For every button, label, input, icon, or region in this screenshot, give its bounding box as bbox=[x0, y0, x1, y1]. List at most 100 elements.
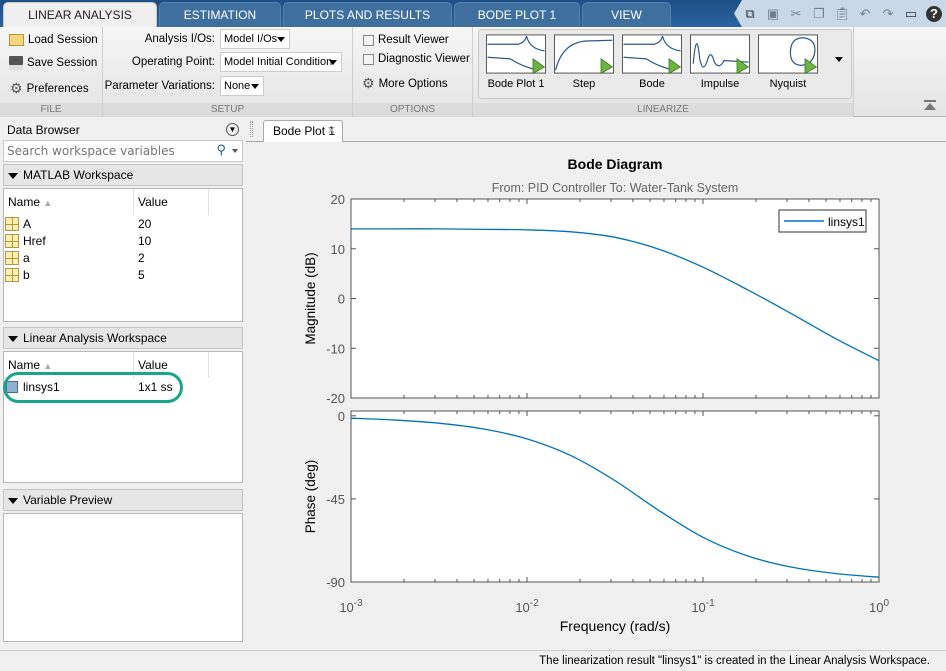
operating-point-dropdown[interactable]: Model Initial Condition bbox=[220, 52, 342, 72]
paste-icon[interactable]: 📋︎ bbox=[834, 6, 851, 22]
matrix-icon bbox=[5, 268, 19, 282]
floppy-icon bbox=[9, 56, 23, 70]
new-plot-icon[interactable]: ⧉ bbox=[742, 6, 758, 22]
y-tick-label: -90 bbox=[326, 575, 345, 590]
column-name-label: Name bbox=[8, 195, 41, 209]
column-header-name[interactable]: Name ▲ bbox=[4, 189, 134, 215]
data-browser-panel: Data Browser ▼ ⚲ MATLAB Workspace Name ▲ … bbox=[0, 118, 245, 643]
y-axis-label: Magnitude (dB) bbox=[303, 252, 318, 344]
bode-plot[interactable]: Bode Diagram From: PID Controller To: Wat… bbox=[246, 118, 946, 650]
linearize-section-label: LINEARIZE bbox=[473, 103, 853, 117]
plot-thumbnail-icon bbox=[758, 34, 818, 74]
gallery-item-label: Bode Plot 1 bbox=[487, 78, 545, 90]
table-row-A[interactable]: A 20 bbox=[4, 216, 242, 233]
copy-icon[interactable]: ❐ bbox=[811, 6, 827, 22]
y-tick-label: 20 bbox=[331, 192, 345, 207]
matlab-workspace-title: MATLAB Workspace bbox=[23, 168, 134, 182]
parameter-variations-value: None bbox=[224, 80, 251, 92]
table-row-Href[interactable]: Href 10 bbox=[4, 233, 242, 250]
y-axis-label: Phase (deg) bbox=[303, 460, 318, 534]
file-section-label: FILE bbox=[0, 103, 102, 117]
analysis-ios-dropdown[interactable]: Model I/Os bbox=[220, 29, 290, 49]
parameter-variations-dropdown[interactable]: None bbox=[220, 76, 264, 96]
preferences-label: Preferences bbox=[26, 82, 89, 95]
checkbox-icon bbox=[363, 34, 374, 46]
diagnostic-viewer-checkbox[interactable]: Diagnostic Viewer bbox=[363, 53, 470, 65]
more-options-button[interactable]: ⚙ More Options bbox=[362, 75, 448, 92]
linear-analysis-workspace-header[interactable]: Linear Analysis Workspace bbox=[3, 327, 243, 349]
gallery-expand-icon[interactable] bbox=[835, 57, 843, 62]
sort-ascending-icon: ▲ bbox=[43, 361, 53, 371]
variable-preview-header[interactable]: Variable Preview bbox=[3, 489, 243, 511]
chevron-down-icon bbox=[277, 37, 285, 42]
analysis-ios-label: Analysis I/Os: bbox=[144, 33, 215, 45]
load-session-label: Load Session bbox=[28, 34, 98, 46]
result-viewer-checkbox[interactable]: Result Viewer bbox=[363, 34, 449, 46]
gear-icon: ⚙ bbox=[362, 75, 375, 91]
search-options-icon[interactable] bbox=[232, 149, 238, 153]
folder-icon bbox=[9, 34, 24, 46]
tab-view[interactable]: VIEW bbox=[582, 2, 671, 27]
ribbon: Load Session Save Session ⚙ Preferences F… bbox=[0, 27, 946, 117]
plot-thumbnail-icon bbox=[622, 34, 682, 74]
save-icon[interactable]: ▣ bbox=[765, 6, 781, 22]
y-tick-label: 10 bbox=[331, 242, 345, 257]
y-tick-label: -45 bbox=[326, 492, 345, 507]
panel-menu-icon[interactable]: ▼ bbox=[226, 123, 239, 136]
setup-section-label: SETUP bbox=[103, 103, 352, 117]
linearize-bode-plot-1-button[interactable]: Bode Plot 1 bbox=[485, 34, 547, 90]
cut-icon[interactable]: ✂ bbox=[788, 6, 804, 22]
collapse-triangle-icon bbox=[8, 172, 18, 179]
x-axis-label: Frequency (rad/s) bbox=[560, 618, 670, 634]
x-tick-label: 10-1 bbox=[691, 598, 715, 615]
matlab-workspace-table: Name ▲ Value A 20 Href 10 a 2 b 5 bbox=[3, 188, 243, 322]
linearize-impulse-button[interactable]: Impulse bbox=[689, 34, 751, 90]
linearize-bode-button[interactable]: Bode bbox=[621, 34, 683, 90]
column-header-value[interactable]: Value bbox=[134, 189, 209, 215]
operating-point-label: Operating Point: bbox=[131, 56, 215, 68]
linearize-nyquist-button[interactable]: Nyquist bbox=[757, 34, 819, 90]
variable-value: 20 bbox=[138, 217, 152, 231]
tab-estimation[interactable]: ESTIMATION bbox=[159, 2, 281, 27]
gallery-item-label: Impulse bbox=[700, 78, 740, 90]
linearize-step-button[interactable]: Step bbox=[553, 34, 615, 90]
matrix-icon bbox=[5, 217, 19, 231]
table-row-b[interactable]: b5 bbox=[4, 267, 242, 284]
redo-icon[interactable]: ↷ bbox=[880, 6, 896, 22]
y-tick-label: 0 bbox=[338, 409, 345, 424]
tab-linear-analysis[interactable]: LINEAR ANALYSIS bbox=[3, 2, 157, 27]
load-session-button[interactable]: Load Session bbox=[9, 34, 98, 46]
matrix-icon bbox=[5, 234, 19, 248]
matlab-workspace-header[interactable]: MATLAB Workspace bbox=[3, 164, 243, 186]
file-section: Load Session Save Session ⚙ Preferences F… bbox=[0, 27, 103, 117]
undo-icon[interactable]: ↶ bbox=[857, 6, 873, 22]
search-icon[interactable]: ⚲ bbox=[216, 142, 226, 158]
y-tick-label: 0 bbox=[338, 292, 345, 307]
linear-analysis-workspace-table: Name ▲ Value linsys1 1x1 ss bbox=[3, 351, 243, 483]
window-icon[interactable]: ▭ bbox=[903, 6, 919, 22]
search-input[interactable] bbox=[4, 141, 204, 161]
toolstrip-tabs: LINEAR ANALYSIS ESTIMATION PLOTS AND RES… bbox=[0, 0, 946, 27]
more-options-label: More Options bbox=[378, 77, 448, 90]
checkbox-icon bbox=[363, 53, 374, 65]
sort-ascending-icon: ▲ bbox=[43, 198, 53, 208]
help-icon[interactable]: ? bbox=[926, 5, 942, 22]
table-row-a[interactable]: a2 bbox=[4, 250, 242, 267]
tab-plots-and-results[interactable]: PLOTS AND RESULTS bbox=[283, 2, 452, 27]
x-tick-label: 10-2 bbox=[515, 598, 539, 615]
chart-title: Bode Diagram bbox=[568, 156, 663, 172]
plot-thumbnail-icon bbox=[690, 34, 750, 74]
y-tick-label: -20 bbox=[326, 391, 345, 406]
result-viewer-label: Result Viewer bbox=[378, 34, 449, 46]
legend-label: linsys1 bbox=[828, 215, 865, 229]
collapse-ribbon-icon[interactable] bbox=[924, 100, 936, 110]
column-name-label: Name bbox=[8, 358, 41, 372]
chart-subtitle: From: PID Controller To: Water-Tank Syst… bbox=[492, 181, 739, 195]
preferences-button[interactable]: ⚙ Preferences bbox=[10, 80, 89, 97]
gallery-item-label: Step bbox=[572, 78, 596, 90]
operating-point-value: Model Initial Condition bbox=[224, 56, 333, 68]
search-workspace-field[interactable]: ⚲ bbox=[3, 140, 243, 162]
save-session-button[interactable]: Save Session bbox=[9, 56, 97, 70]
data-browser-title-text: Data Browser bbox=[7, 123, 80, 137]
tab-bode-plot-1[interactable]: BODE PLOT 1 bbox=[454, 2, 580, 27]
